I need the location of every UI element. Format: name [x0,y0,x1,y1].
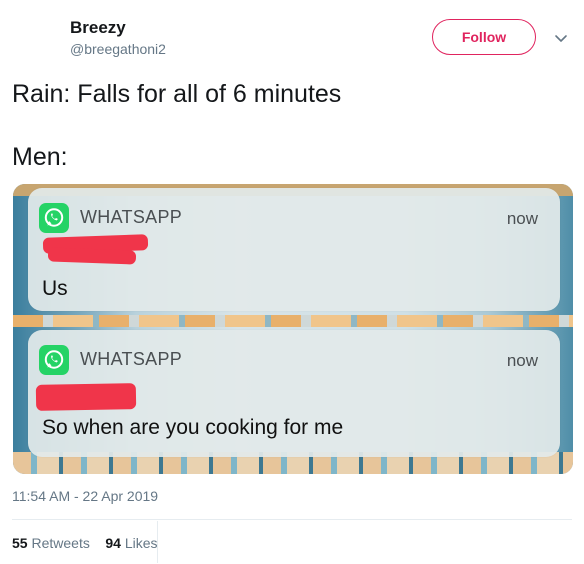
retweets-count: 55 [12,535,28,551]
redaction-mark [35,383,137,411]
whatsapp-icon [39,345,69,375]
notification-time: now [506,209,538,228]
notification-time: now [506,351,538,370]
tweet-stats: 55 Retweets 94 Likes [12,535,158,551]
retweets-label: Retweets [31,535,90,551]
notification-app-name: WHATSAPP [80,349,183,369]
author-handle[interactable]: @breegathoni2 [70,41,166,57]
stats-divider [12,519,572,520]
redaction-mark [47,247,137,265]
author-name[interactable]: Breezy [70,18,126,38]
likes-stat[interactable]: 94 Likes [105,535,157,551]
chevron-down-icon [555,35,567,42]
tweet-text-line1: Rain: Falls for all of 6 minutes [12,80,342,108]
likes-count: 94 [105,535,121,551]
tweet-timestamp[interactable]: 11:54 AM - 22 Apr 2019 [12,488,158,504]
notification-card-1: WHATSAPP now Us [28,188,560,311]
more-options-button[interactable] [551,28,571,48]
tweet-media[interactable]: WHATSAPP now Us WHATSAPP now So when are… [13,184,573,474]
building-mid-strip [13,315,573,327]
notification-message: Us [42,277,68,300]
notification-app-name: WHATSAPP [80,207,183,227]
retweets-stat[interactable]: 55 Retweets [12,535,94,551]
notification-message: So when are you cooking for me [42,416,344,439]
follow-button[interactable]: Follow [432,19,536,55]
notification-card-2: WHATSAPP now So when are you cooking for… [28,330,560,457]
whatsapp-icon [39,203,69,233]
tweet-text-line2: Men: [12,143,68,171]
stats-vertical-divider [157,521,158,563]
likes-label: Likes [124,535,158,551]
